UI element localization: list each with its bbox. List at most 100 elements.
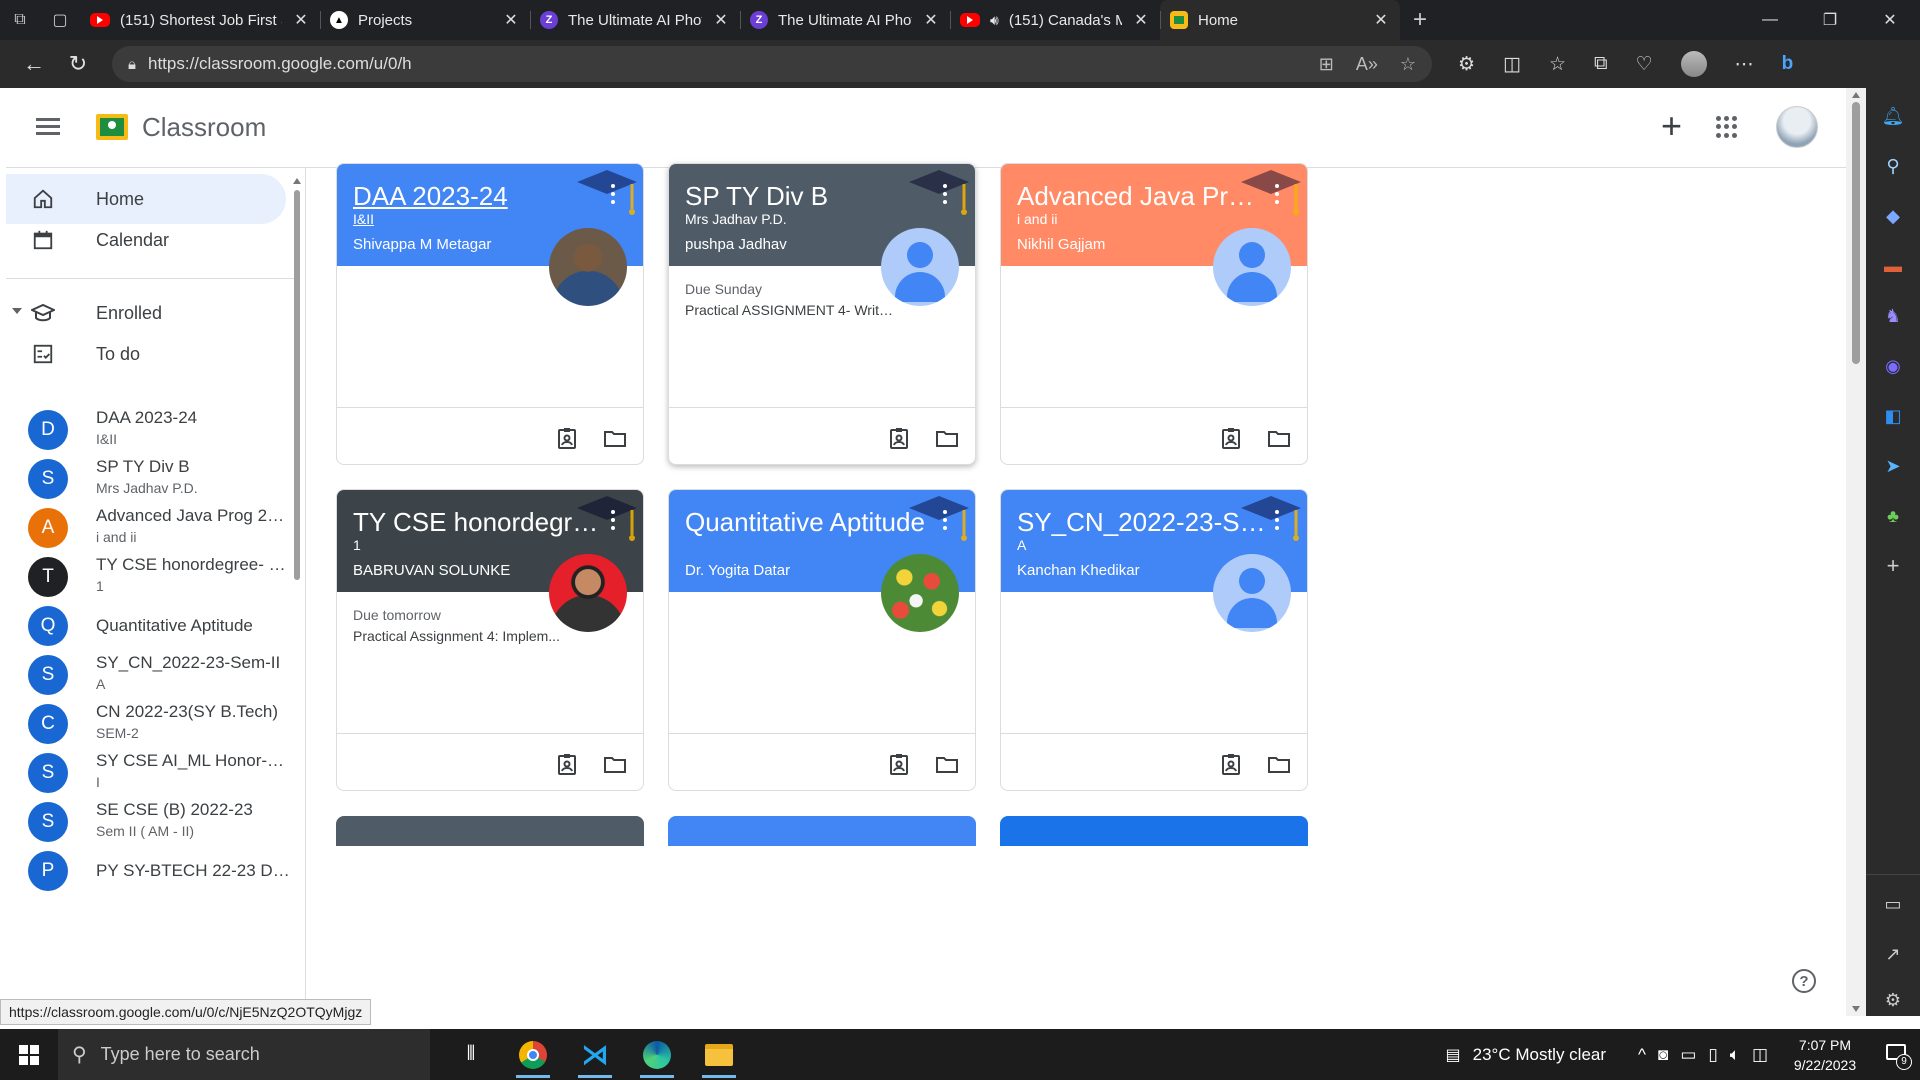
- close-tab-icon[interactable]: ✕: [502, 10, 520, 30]
- microsoft-365-icon[interactable]: ◉: [1881, 354, 1905, 378]
- sidebar-item-calendar[interactable]: Calendar: [6, 215, 286, 265]
- volume-icon[interactable]: 🔈︎: [1730, 1045, 1740, 1065]
- app-available-icon[interactable]: ⊞: [1319, 54, 1334, 75]
- favorites-icon[interactable]: ☆: [1549, 53, 1566, 76]
- add-sidebar-app-icon[interactable]: +: [1881, 553, 1905, 578]
- class-card-partial[interactable]: [1000, 816, 1308, 846]
- settings-gear-icon[interactable]: ⚙: [1881, 988, 1905, 1012]
- outlook-icon[interactable]: ◧: [1881, 404, 1905, 428]
- class-card[interactable]: SP TY Div B Mrs Jadhav P.D. pushpa Jadhav D…: [668, 163, 976, 465]
- sidebar-class-item[interactable]: T TY CSE honordegree- RL s... 1: [6, 549, 296, 598]
- tree-icon[interactable]: ♣: [1881, 504, 1905, 528]
- due-assignment-link[interactable]: Practical Assignment 4: Implem...: [353, 628, 563, 644]
- vscode-app-icon[interactable]: ⋊: [564, 1029, 626, 1080]
- sidebar-class-item[interactable]: Q Quantitative Aptitude: [6, 598, 296, 647]
- favorite-star-icon[interactable]: ☆: [1400, 54, 1416, 75]
- tools-icon[interactable]: ▬: [1881, 254, 1905, 278]
- copilot-icon[interactable]: b: [1782, 53, 1794, 75]
- main-scrollbar[interactable]: [1846, 88, 1866, 1016]
- sidebar-class-item[interactable]: S SY_CN_2022-23-Sem-II A: [6, 647, 296, 696]
- caret-down-icon[interactable]: [12, 308, 22, 314]
- collections-icon[interactable]: ⧉: [1594, 53, 1608, 75]
- card-title[interactable]: SY_CN_2022-23-Sem...: [1017, 507, 1267, 538]
- performance-icon[interactable]: ♡: [1636, 53, 1653, 76]
- games-icon[interactable]: ♞: [1881, 304, 1905, 328]
- search-icon[interactable]: ⚲: [1881, 154, 1905, 178]
- sidebar-class-item[interactable]: S SP TY Div B Mrs Jadhav P.D.: [6, 451, 296, 500]
- more-options-icon[interactable]: [610, 510, 616, 530]
- app-title[interactable]: Classroom: [142, 112, 266, 143]
- assignments-icon[interactable]: [887, 426, 911, 450]
- sidebar-class-item[interactable]: P PY SY-BTECH 22-23 Div-B: [6, 843, 296, 892]
- minimize-icon[interactable]: —: [1740, 0, 1800, 40]
- more-options-icon[interactable]: [1274, 184, 1280, 204]
- folder-icon[interactable]: [603, 426, 627, 450]
- network-icon[interactable]: ▭: [1680, 1045, 1696, 1065]
- google-apps-icon[interactable]: [1716, 116, 1738, 138]
- assignments-icon[interactable]: [555, 752, 579, 776]
- sidebar-scrollbar[interactable]: [293, 178, 301, 588]
- scroll-up-arrow-icon[interactable]: [1852, 92, 1860, 98]
- restore-icon[interactable]: ❐: [1800, 0, 1860, 40]
- card-section[interactable]: Mrs Jadhav P.D.: [685, 211, 787, 227]
- chrome-app-icon[interactable]: [502, 1029, 564, 1080]
- close-tab-icon[interactable]: ✕: [1132, 10, 1150, 30]
- camera-icon[interactable]: ◙: [1658, 1045, 1668, 1065]
- profile-avatar[interactable]: [1680, 51, 1707, 77]
- back-button[interactable]: ←: [12, 44, 56, 84]
- sidebar-class-item[interactable]: D DAA 2023-24 I&II: [6, 402, 296, 451]
- browser-tab[interactable]: Z The Ultimate AI Photo Gen ✕: [530, 0, 740, 40]
- more-options-icon[interactable]: [942, 510, 948, 530]
- create-or-join-class-button[interactable]: +: [1661, 108, 1682, 144]
- teacher-avatar[interactable]: [881, 228, 959, 306]
- teacher-photo[interactable]: [549, 554, 627, 632]
- battery-icon[interactable]: ▯: [1708, 1045, 1717, 1065]
- refresh-button[interactable]: ↻: [56, 44, 100, 84]
- teacher-avatar[interactable]: [1213, 228, 1291, 306]
- notification-bell-icon[interactable]: 🔔︎: [1881, 104, 1905, 128]
- sidebar-item-todo[interactable]: To do: [6, 329, 286, 379]
- close-tab-icon[interactable]: ✕: [292, 10, 310, 30]
- sidebar-class-item[interactable]: S SE CSE (B) 2022-23 Sem II ( AM - II): [6, 794, 296, 843]
- workspaces-icon[interactable]: ⧉: [0, 0, 40, 40]
- read-aloud-icon[interactable]: A»: [1356, 54, 1378, 75]
- close-tab-icon[interactable]: ✕: [712, 10, 730, 30]
- folder-icon[interactable]: [1267, 426, 1291, 450]
- drop-icon[interactable]: ➤: [1881, 454, 1905, 478]
- sidebar-class-item[interactable]: A Advanced Java Prog 23-24... i and ii: [6, 500, 296, 549]
- folder-icon[interactable]: [935, 752, 959, 776]
- taskbar-search-box[interactable]: ⚲ Type here to search: [58, 1029, 430, 1080]
- audio-playing-icon[interactable]: 🔊︎: [990, 12, 999, 29]
- scroll-up-arrow-icon[interactable]: [293, 178, 301, 184]
- folder-icon[interactable]: [603, 752, 627, 776]
- more-options-icon[interactable]: [610, 184, 616, 204]
- more-menu-icon[interactable]: ⋯: [1735, 53, 1754, 76]
- scrollbar-thumb[interactable]: [294, 190, 300, 580]
- shopping-tag-icon[interactable]: ◆: [1881, 204, 1905, 228]
- url-field[interactable]: 🔒︎ https://classroom.google.com/u/0/h ⊞ …: [112, 46, 1432, 82]
- browser-tab[interactable]: 🔊︎ (151) Canada's Militar ✕: [950, 0, 1160, 40]
- card-title[interactable]: Quantitative Aptitude: [685, 507, 935, 538]
- extensions-icon[interactable]: ⚙: [1458, 53, 1475, 76]
- help-icon[interactable]: ?: [1792, 969, 1816, 993]
- close-window-icon[interactable]: ✕: [1860, 0, 1920, 40]
- clock[interactable]: 7:07 PM 9/22/2023: [1780, 1035, 1870, 1075]
- scroll-down-arrow-icon[interactable]: [1852, 1006, 1860, 1012]
- account-avatar[interactable]: [1776, 106, 1818, 148]
- assignments-icon[interactable]: [1219, 752, 1243, 776]
- card-title[interactable]: SP TY Div B: [685, 181, 935, 212]
- close-tab-icon[interactable]: ✕: [1372, 10, 1390, 30]
- sidebar-class-item[interactable]: C CN 2022-23(SY B.Tech) SEM-2: [6, 696, 296, 745]
- card-section[interactable]: i and ii: [1017, 211, 1057, 227]
- due-assignment-link[interactable]: Practical ASSIGNMENT 4- Write...: [685, 302, 895, 318]
- close-tab-icon[interactable]: ✕: [922, 10, 940, 30]
- class-card[interactable]: SY_CN_2022-23-Sem...A Kanchan Khedikar: [1000, 489, 1308, 791]
- card-section[interactable]: A: [1017, 537, 1026, 553]
- browser-tab[interactable]: (151) Shortest Job First Sch ✕: [80, 0, 320, 40]
- assignments-icon[interactable]: [555, 426, 579, 450]
- card-title[interactable]: Advanced Java Prog ...: [1017, 181, 1267, 212]
- language-icon[interactable]: ◫: [1752, 1045, 1768, 1065]
- teacher-photo[interactable]: [549, 228, 627, 306]
- more-options-icon[interactable]: [1274, 510, 1280, 530]
- scrollbar-thumb[interactable]: [1852, 102, 1860, 364]
